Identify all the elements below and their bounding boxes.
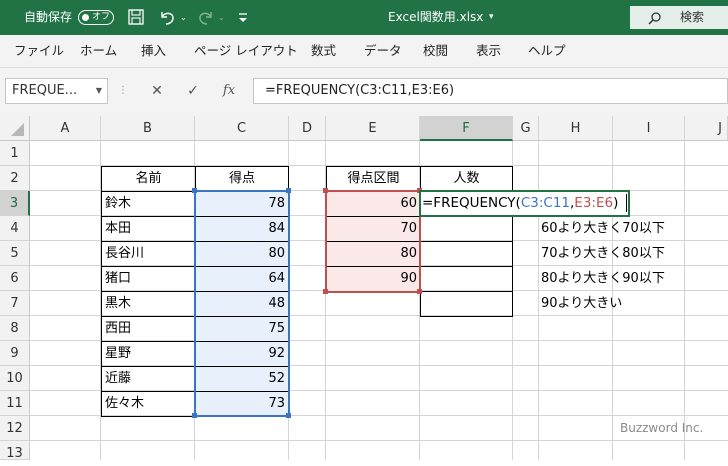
select-all-corner[interactable] [0, 116, 30, 141]
column-header-d[interactable]: D [289, 116, 326, 141]
autosave-toggle[interactable]: オフ [78, 10, 114, 25]
formula-input[interactable]: =FREQUENCY(C3:C11,E3:E6) [253, 78, 728, 104]
range-handle[interactable] [286, 188, 291, 193]
column-header-a[interactable]: A [30, 116, 101, 141]
name-cell[interactable]: 長谷川 [101, 241, 196, 267]
tab-formulas[interactable]: 数式 [311, 35, 336, 67]
name-cell[interactable]: 佐々木 [101, 391, 196, 417]
row-header-1[interactable]: 1 [0, 141, 30, 166]
redo-dropdown-icon: ⌄ [218, 13, 225, 22]
redo-icon [196, 0, 216, 35]
formula-suffix: ) [613, 195, 619, 211]
row-header-12[interactable]: 12 [0, 416, 30, 441]
range-handle[interactable] [192, 413, 197, 418]
tab-help[interactable]: ヘルプ [528, 35, 566, 67]
count-cell[interactable] [420, 241, 513, 267]
name-box-value: FREQUE... [12, 83, 78, 98]
name-cell[interactable]: 西田 [101, 316, 196, 342]
range-handle[interactable] [286, 413, 291, 418]
toggle-knob [82, 14, 89, 21]
note-80[interactable]: 70より大きく80以下 [541, 241, 665, 266]
note-over-90[interactable]: 90より大きい [541, 291, 622, 316]
search-box[interactable]: 検索 [630, 6, 728, 29]
search-icon [648, 10, 662, 29]
row-header-6[interactable]: 6 [0, 266, 30, 291]
count-cell[interactable] [420, 266, 513, 292]
column-header-h[interactable]: H [539, 116, 613, 141]
formula-prefix: =FREQUENCY( [422, 195, 521, 211]
count-cell[interactable] [420, 216, 513, 242]
row-header-7[interactable]: 7 [0, 291, 30, 316]
column-header-e[interactable]: E [326, 116, 420, 141]
row-header-2[interactable]: 2 [0, 166, 30, 191]
autosave-state: オフ [92, 12, 111, 22]
file-name: Excel関数用.xlsx [388, 10, 484, 24]
row-header-11[interactable]: 11 [0, 391, 30, 416]
search-label: 検索 [680, 10, 705, 24]
row-header-9[interactable]: 9 [0, 341, 30, 366]
watermark: Buzzword Inc. [620, 421, 704, 435]
tab-insert[interactable]: 挿入 [141, 35, 166, 67]
table1-header-score[interactable]: 得点 [195, 166, 289, 192]
row-header-3[interactable]: 3 [0, 191, 30, 216]
name-cell[interactable]: 鈴木 [101, 191, 196, 217]
formula-bar-grip-icon: ⋮ [118, 85, 128, 96]
formula-text: =FREQUENCY(C3:C11,E3:E6) [265, 83, 455, 98]
name-cell[interactable]: 近藤 [101, 366, 196, 392]
worksheet-grid[interactable]: A B C D E F G H I J 1 2 3 4 5 6 7 8 9 10… [0, 116, 728, 461]
tab-review[interactable]: 校閲 [423, 35, 448, 67]
table2-header-count[interactable]: 人数 [420, 166, 513, 192]
column-header-f[interactable]: F [420, 116, 513, 141]
tab-data[interactable]: データ [364, 35, 402, 67]
name-cell[interactable]: 星野 [101, 341, 196, 367]
reference-range-c3-c11 [194, 190, 290, 417]
reference-range-e3-e6 [325, 190, 421, 293]
count-cell[interactable] [420, 291, 513, 317]
column-header-g[interactable]: G [513, 116, 539, 141]
ribbon-tabs: ファイル ホーム 挿入 ページ レイアウト 数式 データ 校閲 表示 ヘルプ [0, 35, 728, 68]
range-handle[interactable] [417, 289, 422, 294]
table1-header-name[interactable]: 名前 [101, 166, 196, 192]
formula-ref2: E3:E6 [574, 195, 614, 211]
tab-file[interactable]: ファイル [14, 35, 64, 67]
column-header-j[interactable]: J [685, 116, 728, 141]
save-icon[interactable] [127, 0, 145, 35]
file-name-caret-icon[interactable]: ▾ [489, 0, 494, 35]
formula-ref1: C3:C11 [520, 195, 570, 211]
tab-view[interactable]: 表示 [476, 35, 501, 67]
tab-home[interactable]: ホーム [80, 35, 117, 67]
column-header-c[interactable]: C [195, 116, 289, 141]
row-header-10[interactable]: 10 [0, 366, 30, 391]
name-cell[interactable]: 本田 [101, 216, 196, 242]
row-header-5[interactable]: 5 [0, 241, 30, 266]
name-cell[interactable]: 猪口 [101, 266, 196, 292]
row-header-13[interactable]: 13 [0, 441, 30, 461]
name-box[interactable]: FREQUE... ▼ [5, 78, 108, 104]
active-cell-editor[interactable]: =FREQUENCY(C3:C11,E3:E6) [419, 190, 630, 217]
note-90[interactable]: 80より大きく90以下 [541, 266, 665, 291]
range-handle[interactable] [323, 289, 328, 294]
name-cell[interactable]: 黒木 [101, 291, 196, 317]
customize-toolbar-icon[interactable] [237, 0, 249, 35]
editing-formula: =FREQUENCY(C3:C11,E3:E6) [422, 192, 618, 215]
row-header-4[interactable]: 4 [0, 216, 30, 241]
undo-icon[interactable] [157, 0, 177, 35]
autosave-label: 自動保存 [24, 10, 73, 24]
cancel-icon[interactable]: ✕ [145, 78, 169, 104]
range-handle[interactable] [323, 188, 328, 193]
column-header-i[interactable]: I [613, 116, 685, 141]
range-handle[interactable] [192, 188, 197, 193]
table2-header-range[interactable]: 得点区間 [326, 166, 421, 192]
note-70[interactable]: 60より大きく70以下 [541, 216, 665, 241]
name-box-dropdown-icon[interactable]: ▼ [96, 79, 102, 103]
insert-function-icon[interactable]: fx [217, 78, 241, 104]
row-header-8[interactable]: 8 [0, 316, 30, 341]
enter-icon[interactable]: ✓ [181, 78, 205, 104]
formula-bar: FREQUE... ▼ ⋮ ✕ ✓ fx =FREQUENCY(C3:C11,E… [0, 68, 728, 116]
column-header-b[interactable]: B [101, 116, 195, 141]
title-bar: 自動保存 オフ ⌄ ⌄ Excel関数用.xlsx ▾ 検索 [0, 0, 728, 35]
text-cursor [626, 194, 627, 212]
tab-page-layout[interactable]: ページ レイアウト [194, 35, 298, 67]
undo-dropdown-icon[interactable]: ⌄ [180, 0, 187, 35]
